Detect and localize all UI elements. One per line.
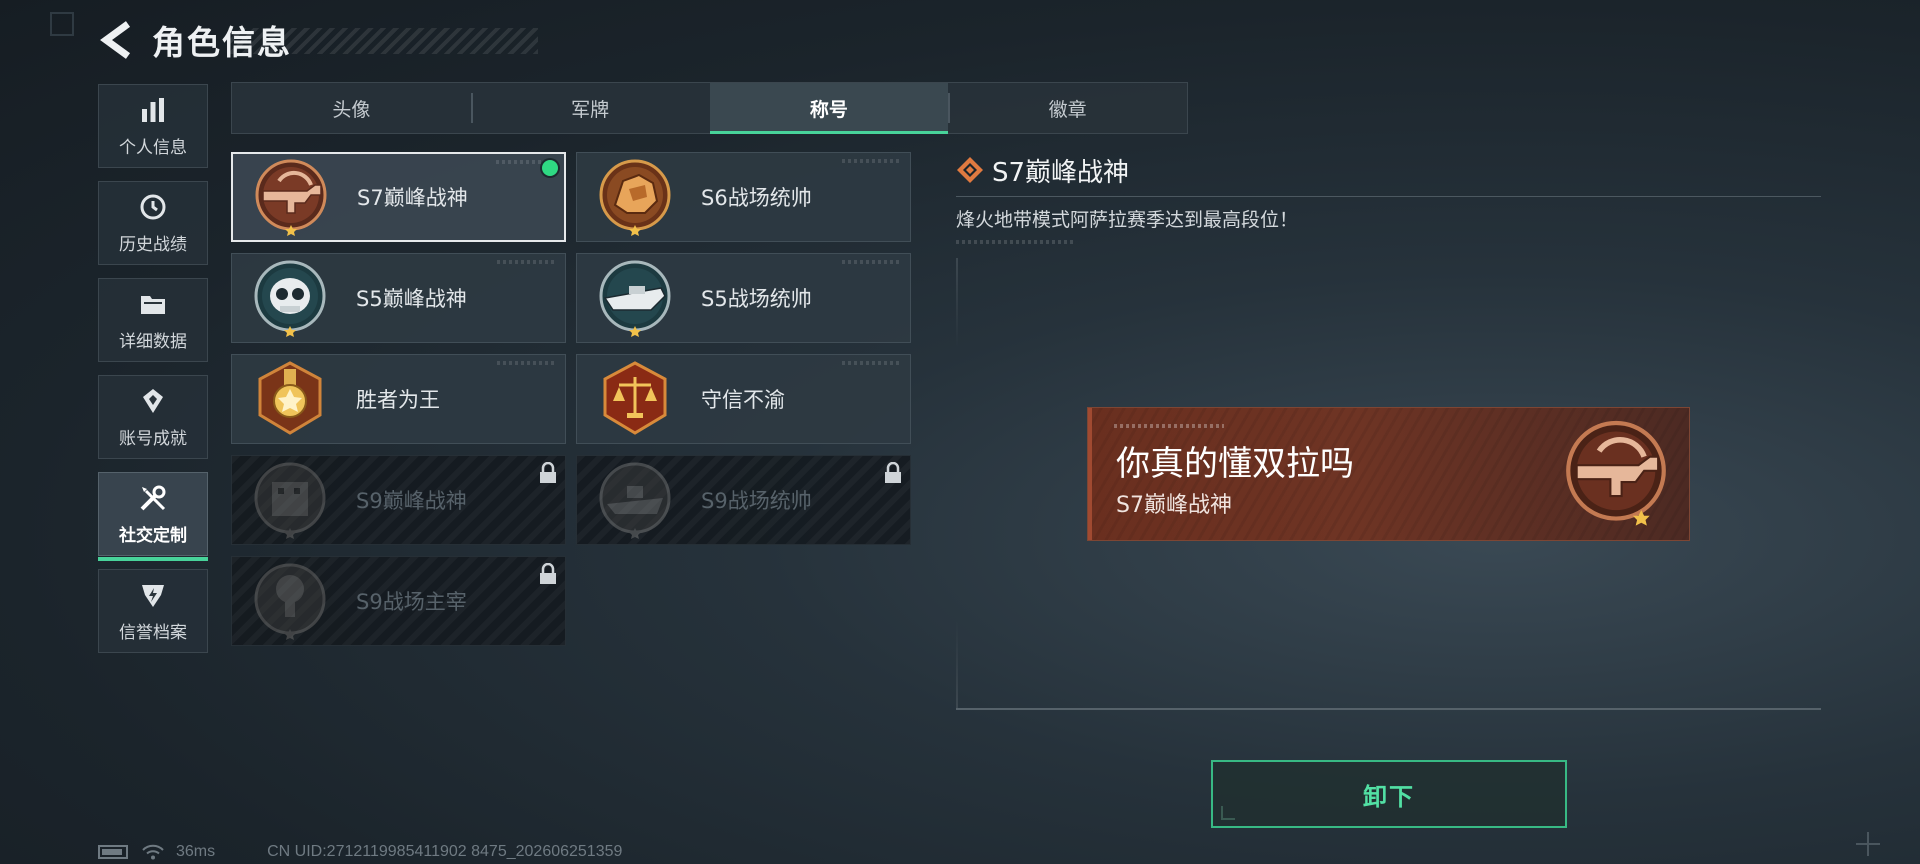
title-grid: S7巅峰战神 S6战场统帅 S5巅峰战神 S5战场统帅 胜者为王 守信不渝 S9… [231,152,911,646]
nameplate-title: S7巅峰战神 [1116,493,1232,518]
sidebar-item-profile[interactable]: 个人信息 [98,84,208,168]
title-card[interactable]: S9战场统帅 [576,455,911,545]
sidebar-item-details[interactable]: 详细数据 [98,278,208,362]
card-decoration [842,361,902,365]
title-card[interactable]: S9巅峰战神 [231,455,566,545]
title-name: S9巅峰战神 [356,489,467,513]
unequip-label: 卸下 [1363,782,1415,811]
title-card[interactable]: S6战场统帅 [576,152,911,242]
title-card[interactable]: 守信不渝 [576,354,911,444]
wifi-icon [142,844,164,860]
scales-emblem-icon [593,357,677,441]
title-card[interactable]: S7巅峰战神 [231,152,566,242]
title-card[interactable]: S5巅峰战神 [231,253,566,343]
card-decoration [842,260,902,264]
sidebar: 个人信息 历史战绩 详细数据 账号成就 社交定制 信誉档案 [98,84,208,666]
achievement-icon [137,385,169,417]
sidebar-item-achievements[interactable]: 账号成就 [98,375,208,459]
nameplate-preview: 你真的懂双拉吗 S7巅峰战神 [1087,407,1690,541]
boat-emblem-icon [593,256,677,340]
history-clock-icon [137,191,169,223]
ping-value: 36ms [176,843,216,860]
explosion-emblem-icon [248,559,332,643]
warship-emblem-icon [593,458,677,542]
card-decoration [497,361,557,365]
sidebar-item-label: 账号成就 [119,429,187,449]
card-decoration [842,159,902,163]
lock-icon [539,562,557,585]
sidebar-item-history[interactable]: 历史战绩 [98,181,208,265]
title-name: 守信不渝 [701,388,785,412]
shield-lightning-icon [137,579,169,611]
title-name: S9战场主宰 [356,590,467,614]
wrench-screwdriver-icon [137,482,169,514]
player-uid: CN UID:2712119985411902 8475_20260625135… [267,843,623,860]
sidebar-item-label: 个人信息 [119,138,187,158]
battery-icon [98,845,128,859]
detail-title: S7巅峰战神 [992,157,1130,188]
corner-decoration [50,12,74,36]
lock-icon [884,461,902,484]
title-name: S5战场统帅 [701,287,812,311]
mech-emblem-icon [593,155,677,239]
sidebar-item-label: 信誉档案 [119,623,187,643]
equipped-indicator [542,160,558,176]
building-emblem-icon [248,458,332,542]
tab-title[interactable]: 称号 [709,83,949,134]
crosshair-decoration [1856,832,1880,856]
page-title: 角色信息 [152,23,292,62]
status-bar: 36ms CN UID:2712119985411902 8475_202606… [98,842,622,862]
rifle-emblem-icon [249,155,333,239]
sidebar-item-label: 历史战绩 [119,235,187,255]
title-name: S9战场统帅 [701,489,812,513]
tab-badge[interactable]: 徽章 [948,83,1187,133]
divider [956,196,1821,197]
sidebar-item-label: 社交定制 [119,526,187,546]
tab-dog-tag[interactable]: 军牌 [470,83,710,133]
title-name: 胜者为王 [356,388,440,412]
title-name: S7巅峰战神 [357,186,468,210]
title-card[interactable]: S9战场主宰 [231,556,566,646]
folder-icon [137,288,169,320]
player-nickname: 你真的懂双拉吗 [1116,444,1354,484]
tab-bar: 头像 军牌 称号 徽章 [231,82,1188,134]
page-header: 角色信息 [98,18,538,62]
rifle-emblem-icon [1557,414,1675,536]
sidebar-item-reputation[interactable]: 信誉档案 [98,569,208,653]
medal-emblem-icon [248,357,332,441]
title-card[interactable]: S5战场统帅 [576,253,911,343]
bar-chart-icon [137,94,169,126]
detail-decoration [956,240,1076,244]
tab-avatar[interactable]: 头像 [232,83,471,133]
title-card[interactable]: 胜者为王 [231,354,566,444]
detail-header: S7巅峰战神 [956,150,1821,190]
title-name: S6战场统帅 [701,186,812,210]
back-arrow-icon[interactable] [98,18,134,62]
unequip-button[interactable]: 卸下 [1211,760,1567,828]
skull-emblem-icon [248,256,332,340]
sidebar-item-label: 详细数据 [119,332,187,352]
sidebar-item-social-custom[interactable]: 社交定制 [98,472,208,561]
card-decoration [497,260,557,264]
lock-icon [539,461,557,484]
diamond-icon [957,157,983,183]
detail-description: 烽火地带模式阿萨拉赛季达到最高段位！ [956,209,1299,231]
title-name: S5巅峰战神 [356,287,467,311]
title-detail: S7巅峰战神 烽火地带模式阿萨拉赛季达到最高段位！ [956,150,1821,244]
